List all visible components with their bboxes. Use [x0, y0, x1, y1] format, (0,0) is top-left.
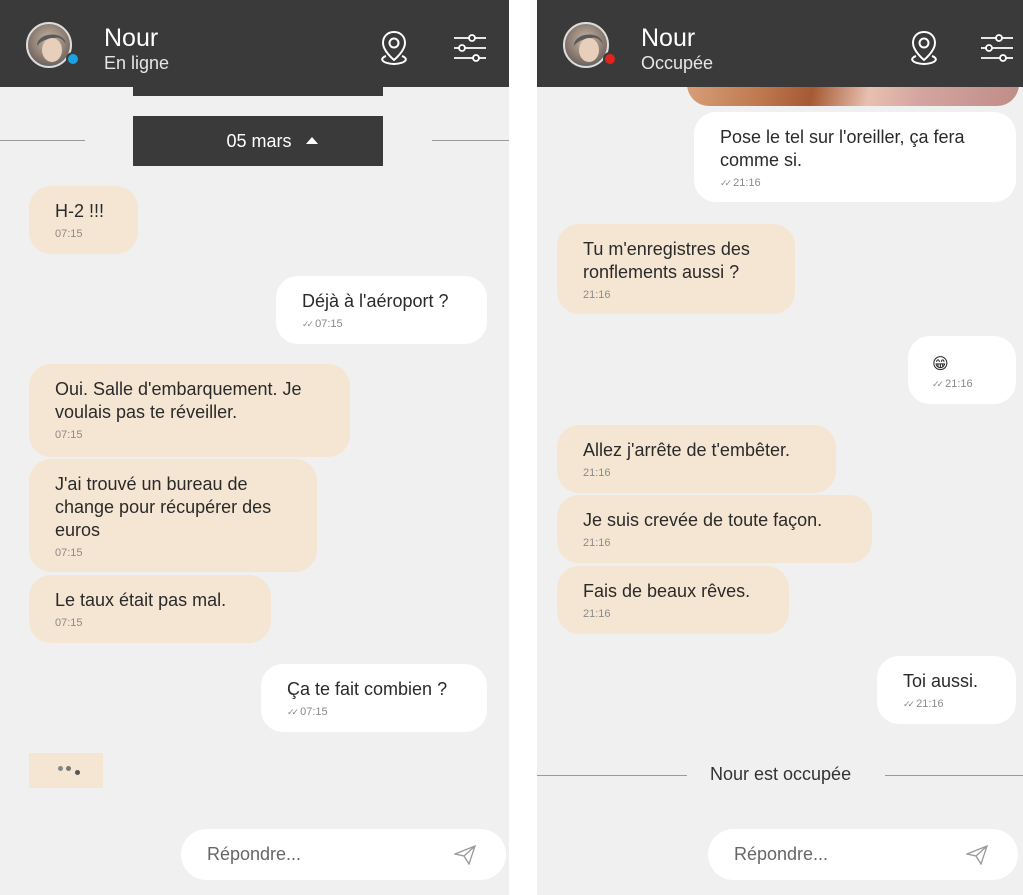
message-time: 07:15	[55, 429, 83, 441]
typing-dot	[58, 766, 63, 771]
divider-line	[885, 775, 1023, 776]
message-text: Allez j'arrête de t'embêter.	[583, 440, 790, 460]
message-time: 21:16	[903, 696, 992, 712]
typing-indicator	[29, 753, 103, 788]
avatar[interactable]	[26, 22, 72, 68]
reply-placeholder: Répondre...	[207, 844, 302, 864]
message-time: 21:16	[720, 175, 992, 191]
message-bubble[interactable]: Je suis crevée de toute façon. 21:16	[557, 495, 872, 563]
message-time: 07:15	[55, 547, 83, 559]
message-time: 07:15	[55, 617, 83, 629]
chat-header: Nour Occupée	[537, 0, 1023, 87]
send-icon[interactable]	[966, 845, 988, 865]
location-pin-icon[interactable]	[904, 28, 944, 68]
date-separator-pill[interactable]: 05 mars	[133, 116, 383, 166]
message-bubble[interactable]: Déjà à l'aéroport ? 07:15	[276, 276, 487, 344]
message-text: Pose le tel sur l'oreiller, ça fera comm…	[720, 127, 965, 170]
message-text: Je suis crevée de toute façon.	[583, 510, 823, 530]
message-text: Tu m'enregistres des ronflements aussi ?	[583, 239, 750, 282]
avatar-illustration	[574, 34, 603, 66]
message-bubble[interactable]: Ça te fait combien ? 07:15	[261, 664, 487, 732]
message-text: Ça te fait combien ?	[287, 679, 448, 699]
message-time: 21:16	[583, 608, 611, 620]
message-text: Déjà à l'aéroport ?	[302, 291, 449, 311]
sliders-icon[interactable]	[450, 28, 490, 68]
location-pin-icon[interactable]	[374, 28, 414, 68]
message-text: J'ai trouvé un bureau de change pour réc…	[55, 474, 272, 540]
message-bubble[interactable]: 😁 21:16	[908, 336, 1016, 404]
message-bubble[interactable]: Fais de beaux rêves. 21:16	[557, 566, 789, 634]
message-bubble[interactable]: Tu m'enregistres des ronflements aussi ?…	[557, 224, 795, 314]
typing-dot	[75, 770, 80, 775]
typing-dot	[66, 766, 71, 771]
reply-input[interactable]: Répondre...	[708, 829, 1018, 880]
send-icon[interactable]	[454, 845, 476, 865]
message-bubble[interactable]: Allez j'arrête de t'embêter. 21:16	[557, 425, 836, 493]
busy-status-dot	[603, 52, 617, 66]
message-bubble[interactable]: Toi aussi. 21:16	[877, 656, 1016, 724]
reply-input[interactable]: Répondre...	[181, 829, 506, 880]
message-text: 😁	[932, 356, 949, 373]
message-time: 07:15	[287, 704, 463, 720]
chevron-up-icon	[305, 137, 318, 144]
message-bubble[interactable]: Oui. Salle d'embarquement. Je voulais pa…	[29, 364, 350, 457]
contact-name[interactable]: Nour	[641, 24, 695, 52]
message-bubble[interactable]: Le taux était pas mal. 07:15	[29, 575, 271, 643]
message-time: 07:15	[302, 316, 463, 332]
chat-header: Nour En ligne	[0, 0, 509, 87]
sliders-icon[interactable]	[977, 28, 1017, 68]
message-bubble[interactable]: H-2 !!! 07:15	[29, 186, 138, 254]
message-text: Toi aussi.	[903, 671, 979, 691]
message-time: 21:16	[583, 537, 611, 549]
message-time: 21:16	[932, 376, 992, 392]
message-text: Fais de beaux rêves.	[583, 581, 751, 601]
message-bubble[interactable]: Pose le tel sur l'oreiller, ça fera comm…	[694, 112, 1016, 202]
message-time: 21:16	[583, 467, 611, 479]
message-time: 21:16	[583, 289, 611, 301]
chat-screen-right: Nour Occupée Pose le tel sur l'oreiller,…	[537, 0, 1023, 895]
contact-status: En ligne	[104, 53, 170, 73]
message-bubble[interactable]: J'ai trouvé un bureau de change pour réc…	[29, 459, 317, 572]
contact-name[interactable]: Nour	[104, 24, 158, 52]
online-status-dot	[66, 52, 80, 66]
reply-placeholder: Répondre...	[734, 844, 829, 864]
previous-date-pill	[133, 87, 383, 96]
message-text: H-2 !!!	[55, 201, 105, 221]
divider-line	[0, 140, 85, 141]
busy-notice: Nour est occupée	[710, 764, 852, 784]
message-text: Oui. Salle d'embarquement. Je voulais pa…	[55, 379, 302, 422]
message-time: 07:15	[55, 228, 83, 240]
date-label: 05 mars	[226, 131, 292, 151]
message-text: Le taux était pas mal.	[55, 590, 227, 610]
avatar[interactable]	[563, 22, 609, 68]
chat-screen-left: Nour En ligne 05 mars H-2 !!! 07:15 Déjà…	[0, 0, 509, 895]
divider-line	[537, 775, 687, 776]
contact-status: Occupée	[641, 53, 714, 73]
avatar-illustration	[37, 34, 66, 66]
divider-line	[432, 140, 509, 141]
